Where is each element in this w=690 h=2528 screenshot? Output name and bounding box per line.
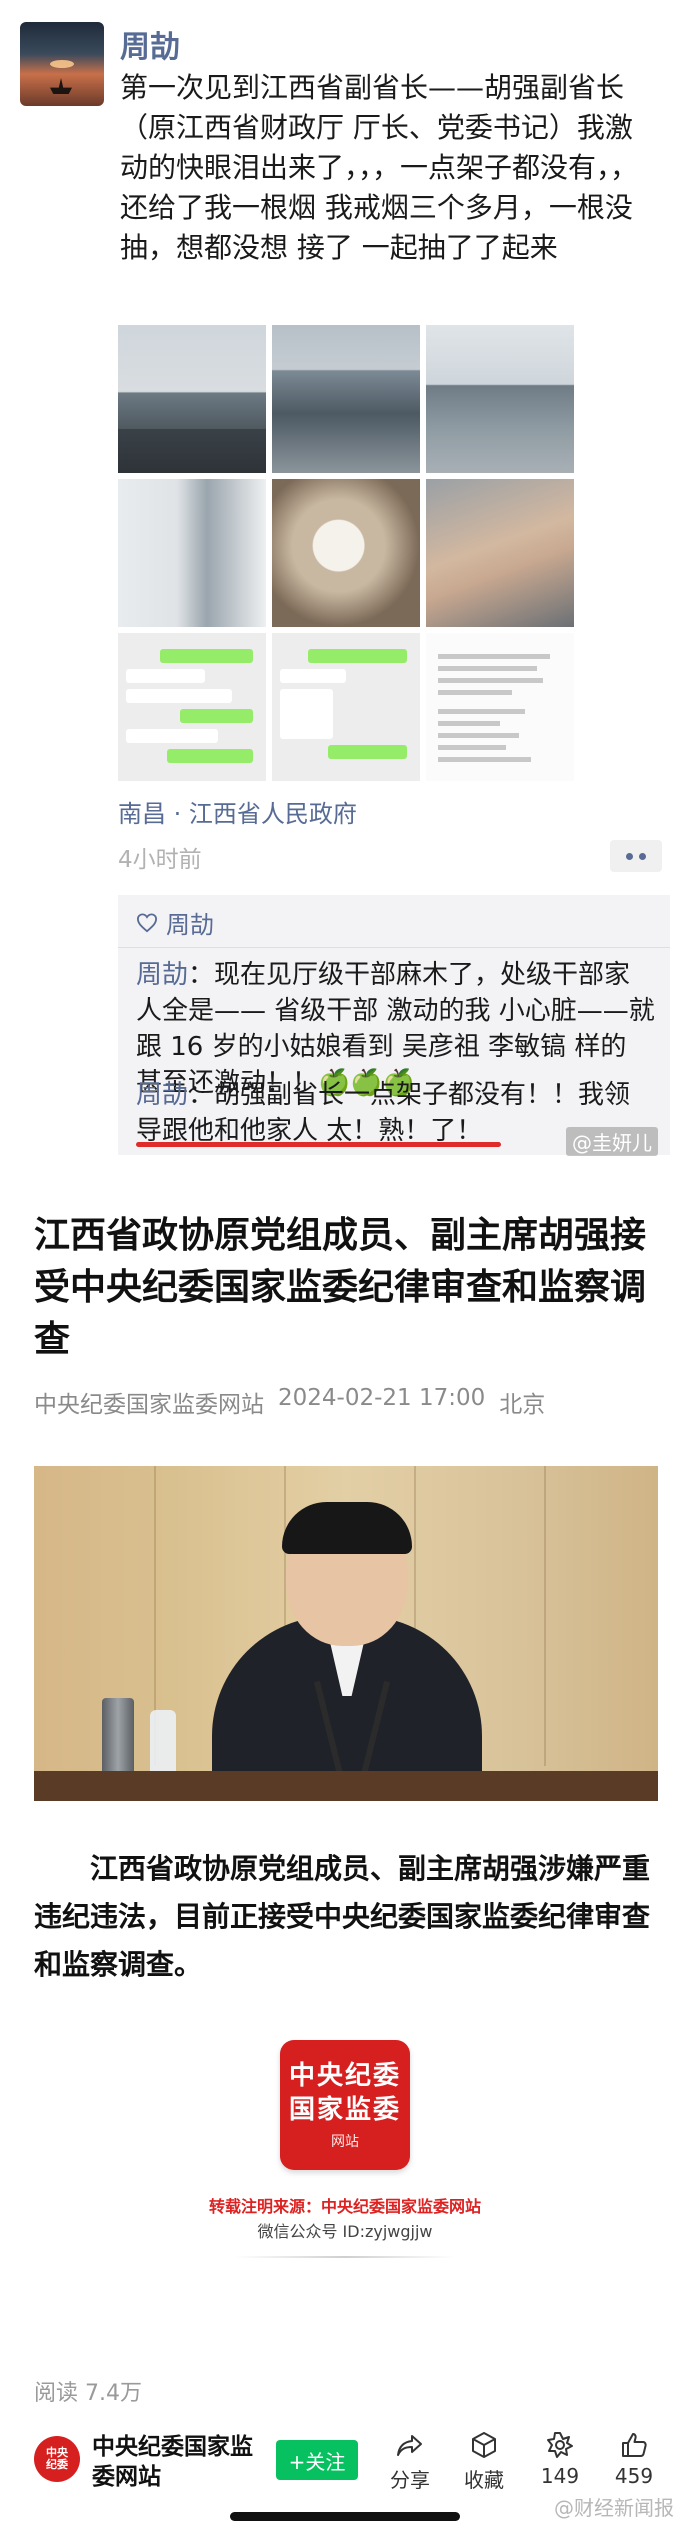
repost-note: 转载注明来源：中央纪委国家监委网站 xyxy=(208,2197,481,2216)
water-bottle xyxy=(150,1710,176,1778)
watermark: @圭妍儿 xyxy=(566,1127,658,1156)
share-button[interactable]: 分享 xyxy=(378,2430,442,2493)
like-button[interactable]: 459 xyxy=(602,2430,666,2488)
comment-author[interactable]: 周劼 xyxy=(136,960,188,990)
photo-thumbnail[interactable] xyxy=(118,479,266,627)
heart-icon xyxy=(136,912,158,932)
photo-thumbnail[interactable] xyxy=(272,325,420,473)
post-more-button[interactable] xyxy=(610,840,662,872)
watermark: @财经新闻报 xyxy=(554,2496,674,2520)
photo-thumbnail-chat[interactable] xyxy=(272,633,420,781)
ccdi-seal-logo: 中央纪委 国家监委 网站 xyxy=(280,2040,410,2170)
home-indicator[interactable] xyxy=(230,2512,460,2521)
thermos-cup xyxy=(102,1698,134,1778)
account-avatar[interactable]: 中央 纪委 xyxy=(34,2436,80,2482)
photo-thumbnail-chat[interactable] xyxy=(118,633,266,781)
read-count: 阅读 7.4万 xyxy=(34,2381,142,2406)
article-photo[interactable] xyxy=(34,1466,658,1801)
article-title: 江西省政协原党组成员、副主席胡强接受中央纪委国家监委纪律审查和监察调查 xyxy=(34,1215,647,1360)
divider xyxy=(235,2256,455,2258)
article-meta: 中央纪委国家监委网站 2024-02-21 17:00 北京 xyxy=(34,1385,545,1419)
comment-author[interactable]: 周劼 xyxy=(136,1080,188,1110)
photo-thumbnail[interactable] xyxy=(426,479,574,627)
article-place: 北京 xyxy=(499,1392,546,1418)
desk xyxy=(34,1771,658,1801)
boat-silhouette xyxy=(50,78,72,94)
likes-row: 周劼 xyxy=(136,905,214,940)
red-underline-mark xyxy=(136,1142,501,1147)
person-hair xyxy=(282,1502,412,1554)
account-name[interactable]: 中央纪委国家监委网站 xyxy=(92,2432,262,2492)
sunset-sun xyxy=(50,60,74,68)
recommend-button[interactable]: 149 xyxy=(528,2430,592,2488)
flower-icon xyxy=(547,2432,573,2458)
photo-thumbnail[interactable] xyxy=(272,479,420,627)
favorite-button[interactable]: 收藏 xyxy=(452,2430,516,2493)
moments-post: 周劼 第一次见到江西省副省长——胡强副省长（原江西省财政厅 厅长、党委书记）我激… xyxy=(0,0,690,1160)
liker-name[interactable]: 周劼 xyxy=(166,905,214,940)
post-location[interactable]: 南昌 · 江西省人民政府 xyxy=(118,794,357,829)
author-avatar[interactable] xyxy=(20,22,104,106)
photo-thumbnail-document[interactable] xyxy=(426,633,574,781)
wechat-account-id: 微信公众号 ID:zyjwgjjw xyxy=(257,2222,433,2241)
thumbs-up-icon xyxy=(622,2433,647,2457)
comment-text: 胡强副省长一点架子都没有！！我领导跟他和他家人 太！熟！了！ xyxy=(136,1080,631,1146)
follow-button[interactable]: +关注 xyxy=(276,2440,358,2480)
photo-grid xyxy=(118,325,574,781)
article-datetime: 2024-02-21 17:00 xyxy=(278,1385,486,1411)
article-source[interactable]: 中央纪委国家监委网站 xyxy=(34,1385,264,1419)
post-time: 4小时前 xyxy=(118,847,202,873)
post-text: 第一次见到江西省副省长——胡强副省长（原江西省财政厅 厅长、党委书记）我激动的快… xyxy=(120,71,639,264)
dot-icon xyxy=(626,852,633,860)
share-icon xyxy=(397,2435,422,2456)
likes-comments-box: 周劼 周劼：现在见厅级干部麻木了，处级干部家人全是—— 省级干部 激动的我 小心… xyxy=(118,895,670,1156)
post-author-name[interactable]: 周劼 xyxy=(120,22,180,66)
cube-icon xyxy=(472,2432,496,2458)
article-lead-paragraph: 江西省政协原党组成员、副主席胡强涉嫌严重违纪违法，目前正接受中央纪委国家监委纪律… xyxy=(34,1852,651,1981)
photo-thumbnail[interactable] xyxy=(426,325,574,473)
dot-icon xyxy=(639,852,646,860)
photo-thumbnail[interactable] xyxy=(118,325,266,473)
likes-divider xyxy=(118,947,670,948)
